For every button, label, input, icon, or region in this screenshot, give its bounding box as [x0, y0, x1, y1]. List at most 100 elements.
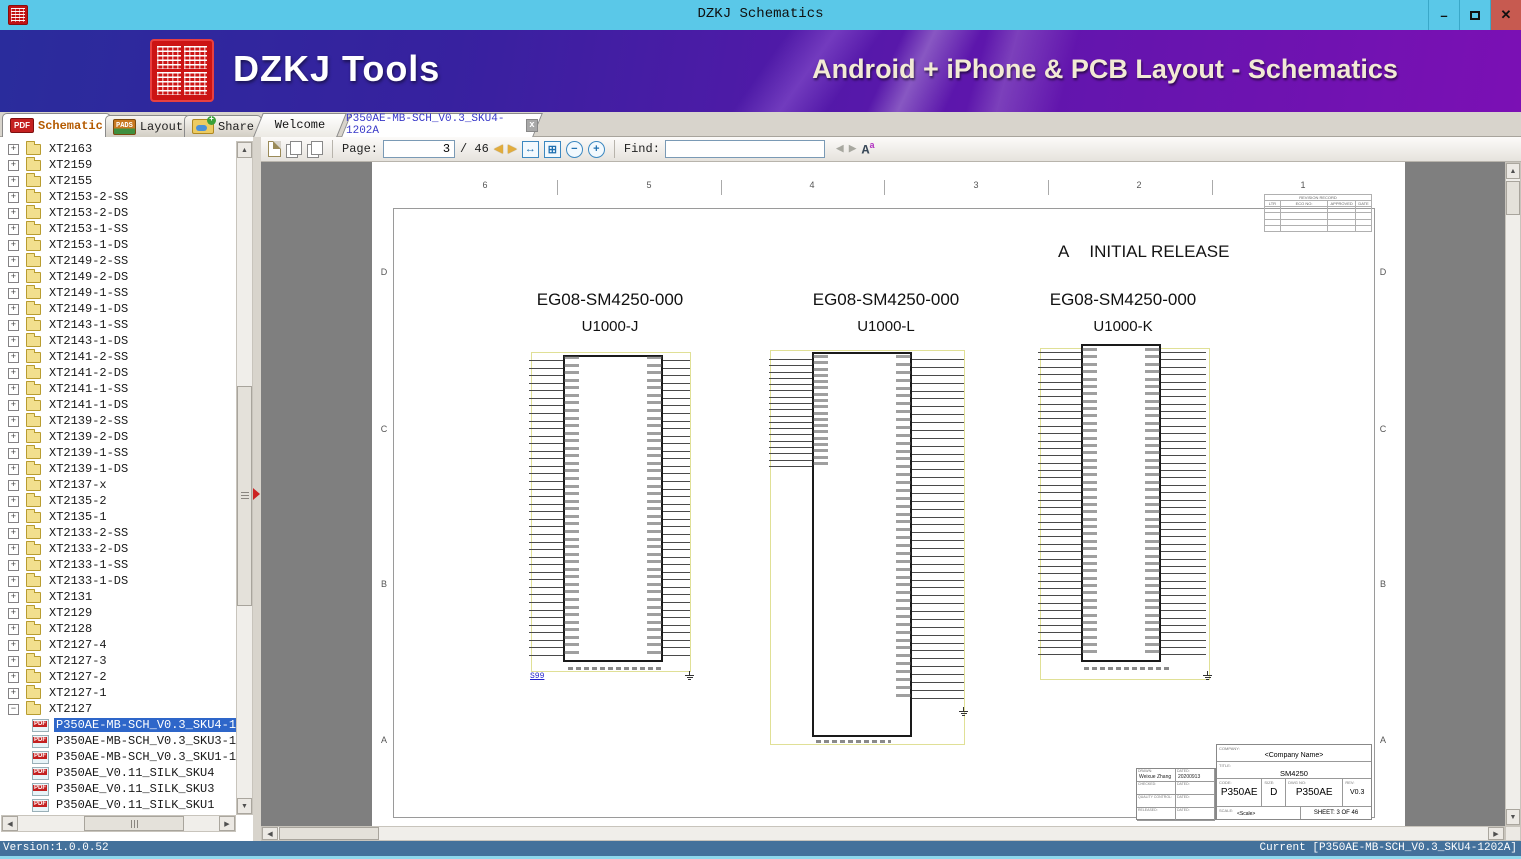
tree-folder-item[interactable]: + XT2139-2-SS	[0, 412, 236, 429]
expand-box[interactable]: +	[8, 511, 19, 523]
tree-folder-item[interactable]: + XT2139-1-SS	[0, 444, 236, 461]
scrollbar-thumb[interactable]	[1506, 181, 1520, 215]
tree-file-item[interactable]: PDF P350AE-MB-SCH_V0.3_SKU1-1127B	[0, 749, 236, 765]
tree-folder-item[interactable]: + XT2153-2-DS	[0, 204, 236, 221]
close-button[interactable]: ✕	[1490, 0, 1521, 30]
expand-box[interactable]: +	[8, 415, 19, 427]
expand-box[interactable]: +	[8, 351, 19, 363]
expand-box[interactable]: +	[8, 319, 19, 331]
tree-folder-item[interactable]: + XT2153-1-SS	[0, 220, 236, 237]
tree-folder-item[interactable]: + XT2143-1-SS	[0, 316, 236, 333]
tree-folder-item[interactable]: + XT2131	[0, 588, 236, 605]
tree-folder-item[interactable]: + XT2141-1-DS	[0, 396, 236, 413]
next-page-button[interactable]: ▶	[508, 142, 517, 157]
expand-box[interactable]: +	[8, 639, 19, 651]
expand-box[interactable]: +	[8, 207, 19, 219]
tree-folder-item[interactable]: + XT2163	[0, 141, 236, 157]
expand-box[interactable]: +	[8, 303, 19, 315]
sidebar-splitter[interactable]	[253, 137, 261, 841]
single-page-icon[interactable]	[268, 141, 281, 157]
expand-box[interactable]: +	[8, 383, 19, 395]
splitter-collapse-arrow[interactable]	[253, 488, 260, 500]
page-number-input[interactable]	[383, 140, 456, 158]
scroll-right-arrow[interactable]: ▶	[219, 816, 235, 831]
tree-folder-item[interactable]: + XT2149-2-SS	[0, 252, 236, 269]
expand-box[interactable]: +	[8, 559, 19, 571]
collapse-box[interactable]: −	[8, 703, 19, 715]
tree-folder-item[interactable]: + XT2139-2-DS	[0, 428, 236, 445]
tree-folder-item[interactable]: + XT2127-3	[0, 652, 236, 669]
tree-folder-item[interactable]: + XT2127-4	[0, 636, 236, 653]
tree-folder-item[interactable]: + XT2141-1-SS	[0, 380, 236, 397]
tab-share[interactable]: + Share	[184, 115, 263, 137]
tree-file-item[interactable]: PDF P350AE_V0.11_SILK_SKU3	[0, 781, 236, 797]
expand-box[interactable]: +	[8, 287, 19, 299]
expand-box[interactable]: +	[8, 367, 19, 379]
expand-box[interactable]: +	[8, 687, 19, 699]
tree-folder-item[interactable]: + XT2153-2-SS	[0, 188, 236, 205]
tree-folder-item[interactable]: − XT2127	[0, 700, 236, 717]
viewer-vertical-scrollbar[interactable]: ▲ ▼	[1505, 162, 1521, 826]
scrollbar-thumb[interactable]	[279, 827, 379, 840]
expand-box[interactable]: +	[8, 335, 19, 347]
tree-file-item[interactable]: PDF P350AE-MB-SCH_V0.3_SKU3-1202A	[0, 733, 236, 749]
expand-box[interactable]: +	[8, 495, 19, 507]
expand-box[interactable]: +	[8, 175, 19, 187]
expand-box[interactable]: +	[8, 479, 19, 491]
tree-folder-item[interactable]: + XT2141-2-SS	[0, 348, 236, 365]
scroll-down-arrow[interactable]: ▼	[1506, 809, 1520, 825]
tree-folder-item[interactable]: + XT2127-2	[0, 668, 236, 685]
zoom-in-button[interactable]: +	[587, 140, 605, 158]
expand-box[interactable]: +	[8, 431, 19, 443]
scroll-right-arrow[interactable]: ▶	[1488, 827, 1504, 840]
tree-folder-item[interactable]: + XT2133-2-DS	[0, 540, 236, 557]
tree-folder-item[interactable]: + XT2149-2-DS	[0, 268, 236, 285]
maximize-button[interactable]	[1459, 0, 1490, 30]
schematic-viewer[interactable]: A INITIAL RELEASE REVISION RECORD LTR ECO …	[261, 162, 1521, 841]
previous-page-button[interactable]: ◀	[494, 142, 503, 157]
tree-folder-item[interactable]: + XT2135-2	[0, 492, 236, 509]
find-input[interactable]	[664, 140, 825, 158]
tab-layout[interactable]: PADS Layout	[105, 115, 192, 137]
expand-box[interactable]: +	[8, 543, 19, 555]
tree-folder-item[interactable]: + XT2128	[0, 620, 236, 637]
expand-box[interactable]: +	[8, 191, 19, 203]
find-next-icon[interactable]: ▶	[849, 142, 857, 156]
expand-box[interactable]: +	[8, 463, 19, 475]
expand-box[interactable]: +	[8, 159, 19, 171]
expand-box[interactable]: +	[8, 623, 19, 635]
expand-box[interactable]: +	[8, 223, 19, 235]
tree-folder-item[interactable]: + XT2133-1-SS	[0, 556, 236, 573]
tree-folder-item[interactable]: + XT2137-x	[0, 476, 236, 493]
expand-box[interactable]: +	[8, 591, 19, 603]
scrollbar-thumb[interactable]	[84, 816, 184, 831]
tree-folder-item[interactable]: + XT2133-2-SS	[0, 524, 236, 541]
tree-folder-item[interactable]: + XT2149-1-SS	[0, 284, 236, 301]
tree-folder-item[interactable]: + XT2141-2-DS	[0, 364, 236, 381]
expand-box[interactable]: +	[8, 271, 19, 283]
scroll-up-arrow[interactable]: ▲	[237, 142, 252, 158]
tree-folder-item[interactable]: + XT2149-1-DS	[0, 300, 236, 317]
expand-box[interactable]: +	[8, 447, 19, 459]
expand-box[interactable]: +	[8, 671, 19, 683]
tree-folder-item[interactable]: + XT2143-1-DS	[0, 332, 236, 349]
sidebar-vertical-scrollbar[interactable]: ▲ ▼	[236, 141, 253, 815]
minimize-button[interactable]: –	[1428, 0, 1459, 30]
continuous-pages-icon[interactable]	[307, 141, 323, 158]
scrollbar-thumb[interactable]	[237, 386, 252, 606]
tab-close-icon[interactable]: x	[525, 118, 538, 132]
tree-folder-item[interactable]: + XT2135-1	[0, 508, 236, 525]
find-previous-icon[interactable]: ◀	[836, 142, 844, 156]
scroll-left-arrow[interactable]: ◀	[262, 827, 278, 840]
tree-folder-item[interactable]: + XT2129	[0, 604, 236, 621]
tree-folder-item[interactable]: + XT2155	[0, 172, 236, 189]
tree-folder-item[interactable]: + XT2159	[0, 156, 236, 173]
cross-reference-link[interactable]: S99	[530, 672, 544, 681]
scroll-left-arrow[interactable]: ◀	[2, 816, 18, 831]
tree-folder-item[interactable]: + XT2139-1-DS	[0, 460, 236, 477]
tree-folder-item[interactable]: + XT2153-1-DS	[0, 236, 236, 253]
sidebar-horizontal-scrollbar[interactable]: ◀ ▶	[1, 815, 236, 832]
expand-box[interactable]: +	[8, 607, 19, 619]
tab-schematic[interactable]: PDF Schematic	[2, 113, 111, 137]
tree-file-item[interactable]: PDF P350AE_V0.11_SILK_SKU1	[0, 797, 236, 813]
